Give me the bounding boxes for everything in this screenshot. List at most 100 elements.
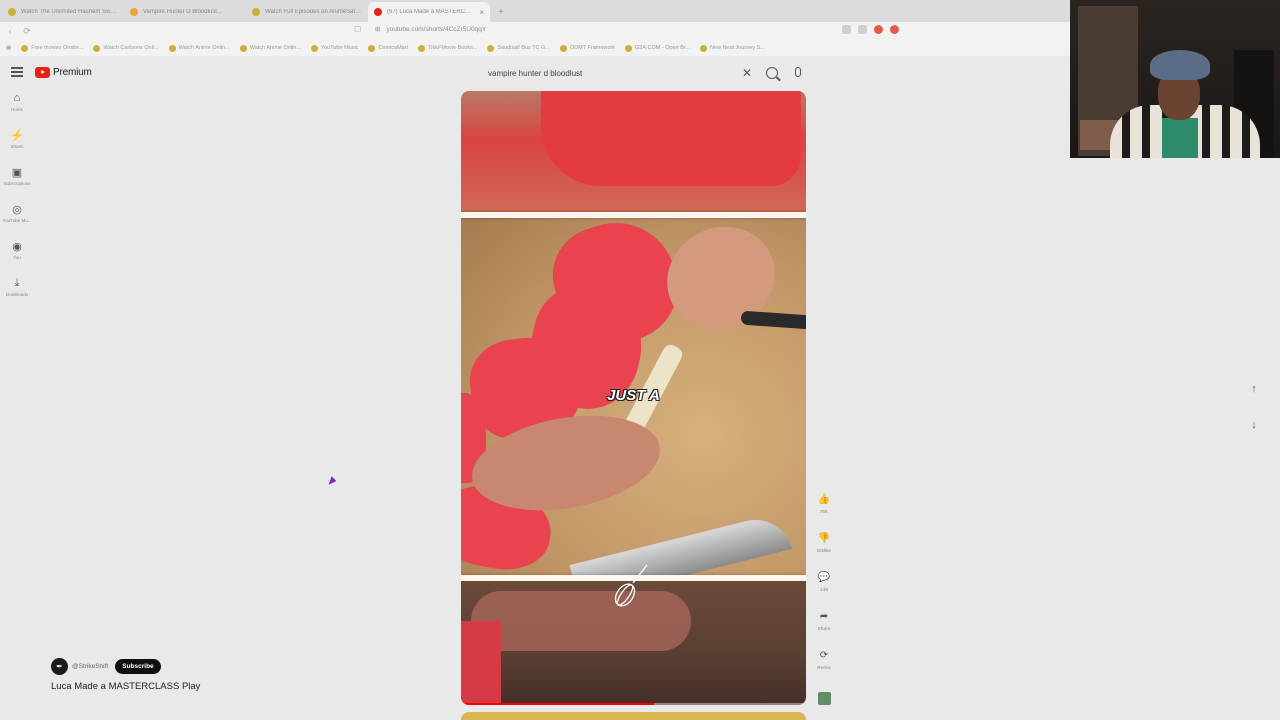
rail-icon: ⚡: [10, 129, 24, 142]
tab-title: Watch Full Episodes on AnimeSaturn: [265, 9, 362, 15]
shorts-actions: 👍 76K 👎 Dislike 💬 146 ➦ Share ⟳ Remix: [812, 492, 836, 687]
like-icon: 👍: [817, 493, 831, 505]
reload-icon[interactable]: ⟳: [20, 24, 34, 38]
sound-thumbnail[interactable]: [818, 692, 831, 705]
bookmark-item[interactable]: YouTube Music: [310, 44, 359, 52]
rail-item-you[interactable]: ◉ You: [0, 240, 34, 277]
bookmark-icon[interactable]: ☐: [354, 25, 361, 34]
next-short-arrow-icon[interactable]: ↓: [1246, 417, 1262, 433]
rail-item-shorts[interactable]: ⚡ Shorts: [0, 129, 34, 166]
dislike-label: Dislike: [816, 549, 832, 554]
webcam-overlay: [1070, 0, 1280, 158]
bookmark-item[interactable]: TikkFMovie Books...: [418, 44, 478, 52]
browser-tab[interactable]: Watch Full Episodes on AnimeSaturn: [246, 2, 368, 22]
remix-button[interactable]: ⟳ Remix: [812, 648, 836, 687]
rail-item-home[interactable]: ⌂ Home: [0, 92, 34, 129]
browser-tab-bar: Watch The Unlimited Hashem Swal... Vampir…: [0, 0, 1070, 22]
rail-item-downloads[interactable]: ⤓ Downloads: [0, 277, 34, 314]
tab-title: (67) Luca Made a MASTERCLASS: [387, 9, 475, 15]
rewards-icon[interactable]: [890, 25, 899, 34]
like-button[interactable]: 👍 76K: [812, 492, 836, 531]
bookmark-label: Watch Cartoons Onli...: [103, 45, 159, 51]
new-tab-button[interactable]: +: [490, 2, 512, 22]
tab-title: Watch The Unlimited Hashem Swal...: [21, 9, 118, 15]
hamburger-menu-icon[interactable]: [11, 67, 23, 77]
share-button[interactable]: ➦ Share: [812, 609, 836, 648]
bookmark-item[interactable]: New Nest Journey S...: [700, 44, 765, 52]
avatar[interactable]: ✒: [51, 658, 68, 675]
bookmark-favicon-icon: [93, 44, 101, 52]
bookmark-favicon-icon: [418, 44, 426, 52]
bookmark-item[interactable]: Watch Cartoons Onli...: [93, 44, 159, 52]
bookmark-label: Watch Anime Onlin...: [249, 45, 301, 51]
url-field[interactable]: ⊞ youtube.com/shorts/4CcZr5U0qqY: [375, 25, 487, 34]
comments-button[interactable]: 💬 146: [812, 570, 836, 609]
bookmark-label: New Nest Journey S...: [710, 45, 765, 51]
remix-icon: ⟳: [819, 649, 829, 661]
browser-tab[interactable]: Watch The Unlimited Hashem Swal...: [2, 2, 124, 22]
close-icon[interactable]: ✕: [742, 66, 752, 80]
rail-icon: ◉: [12, 240, 22, 253]
rail-item-subscriptions[interactable]: ▣ Subscriptions: [0, 166, 34, 203]
rail-icon: ◎: [12, 203, 22, 216]
cast-icon[interactable]: [842, 25, 851, 34]
next-short-preview[interactable]: [461, 712, 806, 720]
bookmark-label: ODMT Framework: [569, 45, 616, 51]
bookmark-item[interactable]: Free movies Onsite...: [21, 44, 83, 52]
bookmark-favicon-icon: [625, 44, 633, 52]
site-info-icon[interactable]: ⊞: [375, 25, 380, 33]
subscribe-button[interactable]: Subscribe: [115, 659, 161, 674]
youtube-play-icon: [35, 67, 50, 78]
bookmark-label: Saudisall Bus TC G...: [497, 45, 550, 51]
video-progress-bar[interactable]: [461, 703, 806, 705]
dislike-button[interactable]: 👎 Dislike: [812, 531, 836, 570]
back-icon[interactable]: ‹: [3, 24, 17, 38]
bookmark-favicon-icon: [168, 44, 176, 52]
comments-icon: 💬: [817, 571, 831, 583]
search-bar: vampire hunter d bloodlust ✕: [488, 63, 778, 83]
tab-favicon-icon: [8, 8, 16, 16]
like-label: 76K: [819, 510, 829, 515]
bookmark-favicon-icon: [310, 44, 318, 52]
bookmark-item[interactable]: Saudisall Bus TC G...: [487, 44, 550, 52]
bookmark-item[interactable]: Watch Anime Onlin...: [168, 44, 230, 52]
rail-label: Shorts: [10, 144, 24, 149]
shorts-video-player[interactable]: JUST A: [461, 91, 806, 705]
brave-shield-icon[interactable]: [874, 25, 883, 34]
bookmark-favicon-icon: [700, 44, 708, 52]
bookmark-label: ComicaMart: [378, 45, 409, 51]
channel-handle[interactable]: @StrikeShift: [72, 663, 108, 670]
bookmark-favicon-icon: [487, 44, 495, 52]
bookmark-label: TikkFMovie Books...: [428, 45, 478, 51]
bookmark-item[interactable]: G2A.COM - Open Br...: [625, 44, 690, 52]
browser-tab[interactable]: (67) Luca Made a MASTERCLASS ×: [368, 2, 490, 22]
tab-close-icon[interactable]: ×: [479, 8, 484, 17]
video-caption: JUST A: [607, 387, 660, 404]
bookmark-item[interactable]: ComicaMart: [368, 44, 409, 52]
youtube-premium-logo[interactable]: Premium: [35, 67, 92, 78]
video-title[interactable]: Luca Made a MASTERCLASS Play: [51, 681, 200, 692]
video-frame-top: [461, 91, 806, 215]
bookmark-favicon-icon: [559, 44, 567, 52]
previous-short-arrow-icon[interactable]: ↑: [1246, 381, 1262, 397]
search-input[interactable]: vampire hunter d bloodlust: [488, 69, 742, 78]
channel-bar: ✒ @StrikeShift Subscribe: [51, 658, 161, 675]
rail-label: YouTube Mu...: [2, 218, 32, 223]
apps-icon[interactable]: ▦: [6, 45, 11, 51]
share-icon[interactable]: [858, 25, 867, 34]
bookmark-item[interactable]: ODMT Framework: [559, 44, 616, 52]
url-text: youtube.com/shorts/4CcZr5U0qqY: [386, 25, 487, 33]
mouse-cursor: [328, 476, 338, 487]
rail-label: Subscriptions: [3, 181, 31, 186]
remix-label: Remix: [817, 666, 831, 671]
bookmark-item[interactable]: Watch Anime Onlin...: [239, 44, 301, 52]
address-bar: ‹ ⟳ ☐ ⊞ youtube.com/shorts/4CcZr5U0qqY: [0, 22, 1070, 40]
browser-tab[interactable]: Vampire Hunter D Bloodlust...: [124, 2, 246, 22]
bookmark-favicon-icon: [239, 44, 247, 52]
share-icon: ➦: [819, 610, 829, 622]
search-icon[interactable]: [766, 67, 778, 79]
tab-favicon-icon: [374, 8, 382, 16]
bookmark-label: YouTube Music: [320, 45, 359, 51]
mic-icon[interactable]: [795, 67, 801, 77]
rail-item-youtube-mu[interactable]: ◎ YouTube Mu...: [0, 203, 34, 240]
